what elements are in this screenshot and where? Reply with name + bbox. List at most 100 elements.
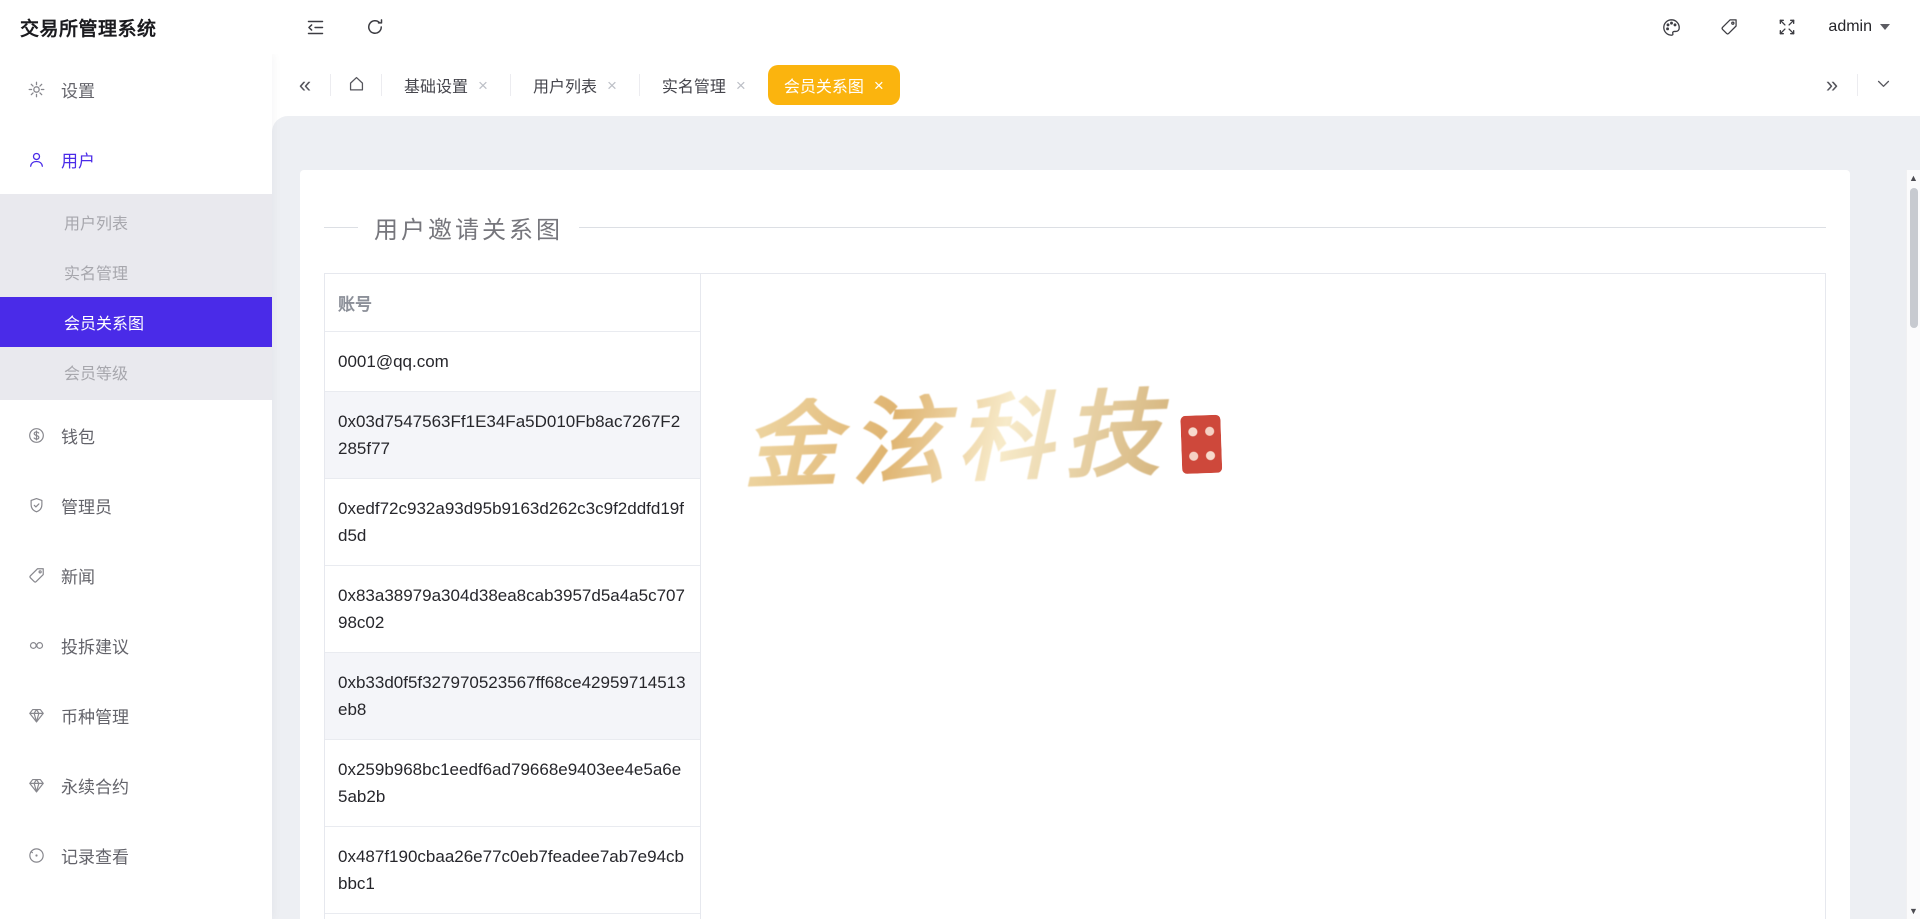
sidebar-item-label: 设置 — [61, 77, 95, 102]
table-row[interactable]: 0x83a38979a304d38ea8cab3957d5a4a5c70798c… — [325, 566, 700, 653]
user-name: admin — [1828, 18, 1872, 36]
divider — [330, 74, 331, 96]
sidebar-item-realname[interactable]: 实名管理 — [0, 247, 272, 297]
account-table: 账号 0001@qq.com 0x03d7547563Ff1E34Fa5D010… — [325, 274, 701, 919]
refresh-icon — [365, 17, 385, 37]
shield-check-icon — [26, 495, 46, 515]
menu-fold-icon — [305, 17, 326, 38]
link-icon — [26, 635, 46, 655]
palette-icon — [1661, 17, 1682, 38]
table-row[interactable]: 0001@qq.com — [325, 332, 700, 392]
home-tab-button[interactable] — [337, 66, 375, 104]
tab-user-list[interactable]: 用户列表 × — [517, 65, 633, 105]
user-icon — [26, 149, 46, 169]
scrollbar-thumb[interactable] — [1910, 188, 1918, 328]
sidebar-item-user-list[interactable]: 用户列表 — [0, 197, 272, 247]
sidebar-item-perpetual-contract[interactable]: 永续合约 — [0, 750, 272, 820]
sidebar: 设置 用户 用户列表 实名管理 会员关系图 — [0, 54, 272, 919]
close-icon[interactable]: × — [478, 77, 488, 94]
sidebar-item-admins[interactable]: 管理员 — [0, 470, 272, 540]
sidebar-item-label: 币种管理 — [61, 703, 129, 728]
sidebar-item-coin-management[interactable]: 币种管理 — [0, 680, 272, 750]
divider — [639, 74, 640, 96]
chevron-down-icon — [1880, 24, 1890, 30]
tabs-scroll-right-button[interactable]: » — [1813, 66, 1851, 104]
table-row[interactable]: 0x487f190cbaa26e77c0eb7feadee7ab7e94cbbb… — [325, 827, 700, 914]
divider — [381, 74, 382, 96]
sidebar-item-label: 新闻 — [61, 563, 95, 588]
home-icon — [347, 74, 366, 97]
table-row[interactable]: 0x259b968bc1eedf6ad79668e9403ee4e5a6e5ab… — [325, 740, 700, 827]
refresh-button[interactable] — [354, 6, 396, 48]
table-row[interactable]: 0xedf72c932a93d95b9163d262c3c9f2ddfd19fd… — [325, 479, 700, 566]
sidebar-item-label: 记录查看 — [61, 843, 129, 868]
account-value: 0xb33d0f5f327970523567ff68ce42959714513e… — [338, 673, 686, 719]
tabs-scroll-left-button[interactable]: « — [286, 66, 324, 104]
theme-button[interactable] — [1650, 6, 1692, 48]
close-icon[interactable]: × — [736, 77, 746, 94]
app-root: 交易所管理系统 — [0, 0, 1920, 919]
tab-label: 实名管理 — [662, 73, 726, 97]
sidebar-item-member-level[interactable]: 会员等级 — [0, 347, 272, 397]
gear-icon — [26, 79, 46, 99]
divider — [324, 227, 358, 228]
tab-label: 会员关系图 — [784, 73, 864, 97]
sidebar-item-label: 钱包 — [61, 423, 95, 448]
sidebar-item-member-graph[interactable]: 会员关系图 — [0, 297, 272, 347]
tag-icon — [26, 565, 46, 585]
close-icon[interactable]: × — [874, 77, 884, 94]
user-menu[interactable]: admin — [1824, 12, 1894, 42]
sub-item-label: 用户列表 — [64, 210, 128, 234]
close-icon[interactable]: × — [607, 77, 617, 94]
brand-watermark: 金泫科技 — [741, 384, 1222, 496]
header-left-actions — [294, 6, 396, 48]
app-title: 交易所管理系统 — [0, 14, 272, 41]
history-icon — [26, 845, 46, 865]
sidebar-item-feedback[interactable]: 投拆建议 — [0, 610, 272, 680]
account-value: 0x83a38979a304d38ea8cab3957d5a4a5c70798c… — [338, 586, 685, 632]
tab-base-settings[interactable]: 基础设置 × — [388, 65, 504, 105]
vertical-scrollbar[interactable]: ▲ ▼ — [1906, 170, 1920, 919]
chevron-down-icon — [1875, 74, 1892, 96]
sub-item-label: 会员关系图 — [64, 310, 144, 334]
sub-item-label: 会员等级 — [64, 360, 128, 384]
dollar-circle-icon — [26, 425, 46, 445]
table-row[interactable]: 0x03d7547563Ff1E34Fa5D010Fb8ac7267F2285f… — [325, 392, 700, 479]
account-value: 0x03d7547563Ff1E34Fa5D010Fb8ac7267F2285f… — [338, 412, 680, 458]
main-area: « 基础设置 × 用户列表 × 实名管理 — [272, 54, 1920, 919]
invite-graph-panel: 账号 0001@qq.com 0x03d7547563Ff1E34Fa5D010… — [324, 273, 1826, 919]
sidebar-item-label: 管理员 — [61, 493, 112, 518]
sidebar-item-records[interactable]: 记录查看 — [0, 820, 272, 890]
sidebar-item-label: 投拆建议 — [61, 633, 129, 658]
account-value: 0x259b968bc1eedf6ad79668e9403ee4e5a6e5ab… — [338, 760, 681, 806]
scroll-up-icon[interactable]: ▲ — [1907, 170, 1920, 186]
sidebar-item-news[interactable]: 新闻 — [0, 540, 272, 610]
section-title: 用户邀请关系图 — [324, 210, 1826, 245]
invite-graph-card: 用户邀请关系图 账号 0001@qq.com 0x03d7547563Ff1E3… — [300, 170, 1850, 919]
account-value: 0xedf72c932a93d95b9163d262c3c9f2ddfd19fd… — [338, 499, 684, 545]
tab-bar: « 基础设置 × 用户列表 × 实名管理 — [272, 54, 1920, 116]
sub-item-label: 实名管理 — [64, 260, 128, 284]
fullscreen-icon — [1777, 17, 1797, 37]
sidebar-collapse-button[interactable] — [294, 6, 336, 48]
divider — [579, 227, 1826, 228]
tab-realname[interactable]: 实名管理 × — [646, 65, 762, 105]
content-area: 用户邀请关系图 账号 0001@qq.com 0x03d7547563Ff1E3… — [272, 116, 1920, 919]
fullscreen-button[interactable] — [1766, 6, 1808, 48]
tabs-menu-button[interactable] — [1864, 66, 1902, 104]
sidebar-submenu-users: 用户列表 实名管理 会员关系图 会员等级 — [0, 194, 272, 400]
sidebar-item-settings[interactable]: 设置 — [0, 54, 272, 124]
double-chevron-right-icon: » — [1826, 74, 1838, 96]
tab-member-graph[interactable]: 会员关系图 × — [768, 65, 900, 105]
table-row[interactable]: 0xb33d0f5f327970523567ff68ce42959714513e… — [325, 653, 700, 740]
scroll-down-icon[interactable]: ▼ — [1907, 903, 1920, 919]
sidebar-item-users[interactable]: 用户 — [0, 124, 272, 194]
tag-icon — [1719, 17, 1739, 37]
tags-button[interactable] — [1708, 6, 1750, 48]
sidebar-item-wallet[interactable]: 钱包 — [0, 400, 272, 470]
page-title: 用户邀请关系图 — [374, 210, 563, 245]
app-header: 交易所管理系统 — [0, 0, 1920, 54]
account-value: 0001@qq.com — [338, 352, 449, 371]
account-column-header: 账号 — [325, 274, 700, 332]
double-chevron-left-icon: « — [299, 74, 311, 96]
